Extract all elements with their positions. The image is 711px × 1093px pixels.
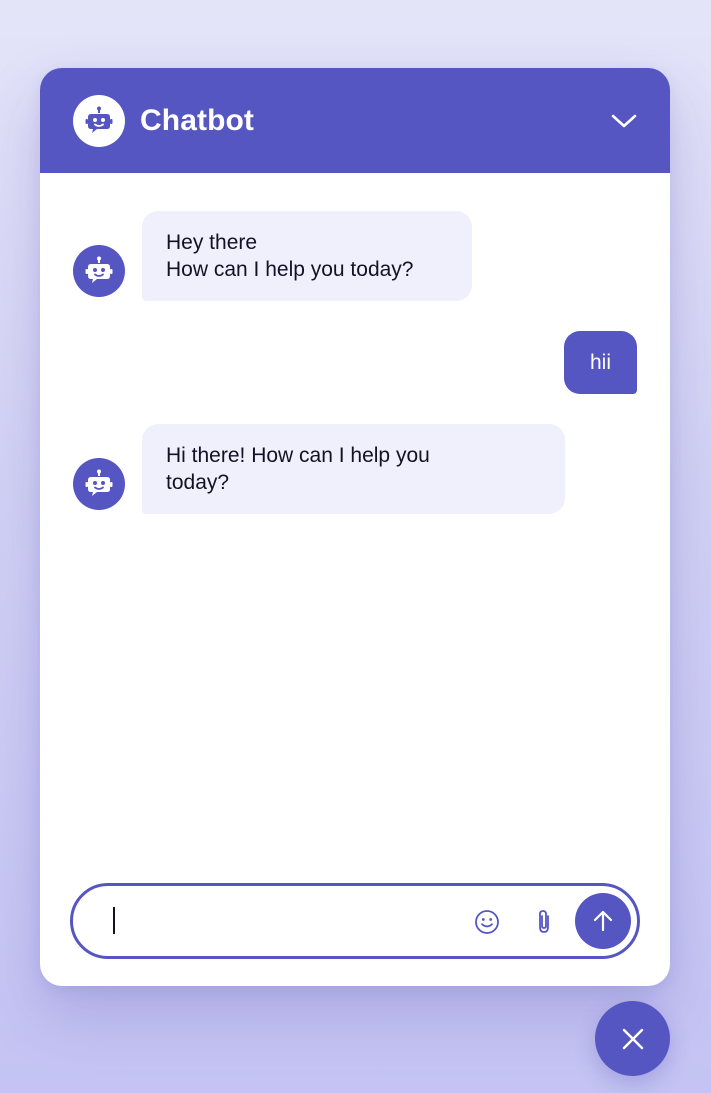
chat-window: Chatbot Hey there How can I help you tod… bbox=[40, 68, 670, 986]
user-message: hii bbox=[564, 331, 637, 394]
attach-button[interactable] bbox=[527, 905, 561, 939]
message-text: today? bbox=[166, 471, 230, 494]
chatbot-logo bbox=[73, 94, 125, 147]
message-text: hii bbox=[589, 351, 611, 374]
close-chat-button[interactable] bbox=[595, 1001, 670, 1076]
bot-message: Hey there How can I help you today? bbox=[142, 211, 472, 301]
message-text: Hey there bbox=[166, 231, 258, 254]
chevron-down-icon bbox=[611, 114, 637, 128]
chat-title: Chatbot bbox=[140, 103, 255, 137]
smiley-icon bbox=[475, 910, 499, 934]
message-input[interactable] bbox=[109, 896, 449, 946]
bot-message: Hi there! How can I help you today? bbox=[142, 424, 565, 514]
message-composer bbox=[70, 883, 640, 959]
paperclip-icon bbox=[539, 910, 549, 933]
chatbot-icon bbox=[85, 106, 113, 133]
bot-avatar bbox=[73, 458, 125, 510]
message-text: How can I help you today? bbox=[166, 258, 414, 281]
bot-avatar bbox=[73, 245, 125, 297]
chatbot-icon bbox=[85, 256, 113, 283]
send-button[interactable] bbox=[575, 893, 631, 949]
text-caret bbox=[113, 907, 115, 934]
collapse-button[interactable] bbox=[608, 106, 640, 136]
chat-header: Chatbot bbox=[40, 68, 670, 173]
arrow-up-icon bbox=[593, 910, 613, 932]
chatbot-icon bbox=[85, 469, 113, 496]
emoji-button[interactable] bbox=[470, 905, 504, 939]
message-list: Hey there How can I help you today? hii … bbox=[40, 173, 670, 986]
message-text: Hi there! How can I help you bbox=[166, 444, 430, 467]
close-icon bbox=[622, 1028, 643, 1049]
